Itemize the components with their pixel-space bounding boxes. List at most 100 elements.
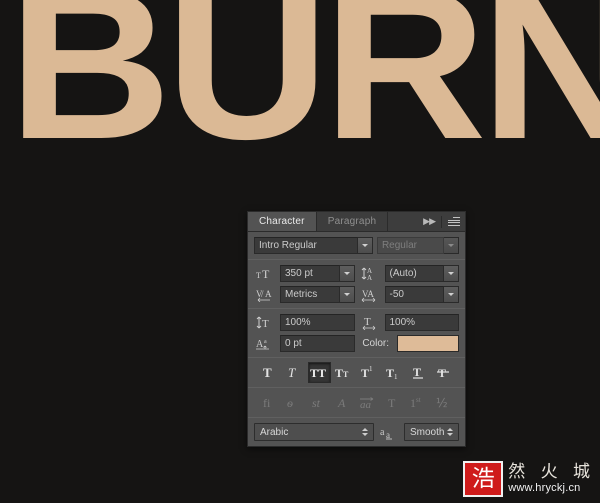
anti-aliasing-icon: aa (379, 425, 399, 440)
svg-text:A: A (265, 289, 272, 299)
tracking-group: VA -50 (359, 286, 459, 303)
metrics-section: TT 350 pt AA (Auto) V / A Metrics VA -50 (248, 260, 465, 308)
artwork-area: BURN (0, 0, 600, 200)
font-size-dropdown-arrow[interactable] (339, 265, 355, 282)
opentype-buttons-row: fi ѳ st A aa T 1st ½ (248, 388, 465, 417)
svg-text:aa: aa (360, 399, 372, 410)
svg-text:T: T (438, 366, 446, 380)
double-chevron-right-icon[interactable]: ▶▶ (423, 216, 436, 227)
faux-italic-button[interactable]: T (283, 362, 306, 383)
anti-aliasing-value: Smooth (410, 426, 444, 438)
artwork-text: BURN (8, 0, 600, 184)
baseline-color-row: Aa 0 pt Color: (254, 335, 459, 352)
svg-text:/: / (261, 289, 264, 299)
svg-text:A: A (256, 339, 264, 350)
anti-aliasing-spinner-icon[interactable] (444, 424, 458, 440)
watermark-chinese-text: 然 火 城 (508, 462, 595, 483)
svg-text:st: st (312, 396, 321, 410)
standard-ligatures-button[interactable]: fi (258, 392, 281, 413)
svg-text:T: T (361, 366, 369, 380)
horizontal-scale-icon: T (359, 314, 381, 331)
language-select[interactable]: Arabic (254, 423, 374, 441)
leading-input[interactable]: (Auto) (384, 265, 444, 282)
titling-alternates-button[interactable]: T (383, 392, 406, 413)
contextual-alternates-button[interactable]: st (308, 392, 331, 413)
tab-character[interactable]: Character (248, 212, 317, 231)
horizontal-scale-input[interactable]: 100% (384, 314, 459, 331)
superscript-button[interactable]: T1 (358, 362, 381, 383)
svg-text:ѳ: ѳ (287, 396, 293, 410)
vertical-scale-icon: T (254, 314, 276, 331)
baseline-shift-icon: Aa (254, 335, 276, 352)
svg-text:a: a (264, 339, 267, 345)
svg-text:T: T (413, 365, 421, 379)
swash-button[interactable]: A (333, 392, 356, 413)
font-family-input[interactable]: Intro Regular (254, 237, 358, 254)
kerning-tracking-row: V / A Metrics VA -50 (254, 286, 459, 303)
svg-text:VA: VA (362, 289, 374, 299)
font-style-combo[interactable]: Regular (376, 237, 459, 254)
underline-button[interactable]: T (408, 362, 431, 383)
tracking-combo[interactable]: -50 (384, 286, 459, 303)
font-size-combo[interactable]: 350 pt (280, 265, 355, 282)
tracking-input[interactable]: -50 (384, 286, 444, 303)
leading-icon: AA (359, 265, 381, 282)
kerning-input[interactable]: Metrics (280, 286, 340, 303)
language-spinner-icon[interactable] (359, 424, 373, 440)
horizontal-scale-group: T 100% (359, 314, 459, 331)
font-family-dropdown-arrow[interactable] (357, 237, 373, 254)
discretionary-ligatures-button[interactable]: ѳ (283, 392, 306, 413)
font-row: Intro Regular Regular (254, 237, 459, 254)
panel-header-icons: ▶▶ (420, 212, 465, 231)
kerning-combo[interactable]: Metrics (280, 286, 355, 303)
svg-text:T: T (343, 370, 349, 379)
svg-text:T: T (386, 366, 394, 380)
strikethrough-button[interactable]: T (433, 362, 456, 383)
leading-combo[interactable]: (Auto) (384, 265, 459, 282)
faux-bold-button[interactable]: T (258, 362, 281, 383)
kerning-dropdown-arrow[interactable] (339, 286, 355, 303)
subscript-button[interactable]: T1 (383, 362, 406, 383)
anti-aliasing-select[interactable]: Smooth (404, 423, 459, 441)
leading-dropdown-arrow[interactable] (444, 265, 459, 282)
leading-group: AA (Auto) (359, 265, 459, 282)
bottom-row: Arabic aa Smooth (248, 418, 465, 446)
svg-text:T: T (263, 365, 272, 380)
text-color-swatch[interactable] (397, 335, 459, 352)
svg-text:T: T (388, 396, 396, 410)
vertical-scale-input[interactable]: 100% (280, 314, 355, 331)
ordinals-button[interactable]: 1st (408, 392, 431, 413)
character-panel: Character Paragraph ▶▶ Intro Regular Reg… (247, 211, 466, 447)
language-value: Arabic (260, 426, 289, 438)
svg-text:T: T (262, 318, 269, 330)
font-family-combo[interactable]: Intro Regular (254, 237, 373, 254)
svg-text:st: st (416, 396, 421, 404)
color-label: Color: (362, 338, 389, 349)
style-buttons-row: T T TT TT T1 T1 T T (248, 358, 465, 387)
kerning-icon: V / A (254, 286, 276, 303)
tab-character-label: Character (259, 216, 305, 227)
all-caps-button[interactable]: TT (307, 362, 331, 383)
baseline-group: Aa 0 pt (254, 335, 355, 352)
tracking-dropdown-arrow[interactable] (444, 286, 459, 303)
vertical-scale-group: T 100% (254, 314, 355, 331)
baseline-shift-input[interactable]: 0 pt (280, 335, 355, 352)
scale-row: T 100% T 100% (254, 314, 459, 331)
font-style-dropdown-arrow[interactable] (444, 237, 459, 254)
scaling-section: T 100% T 100% Aa 0 pt Color: (248, 309, 465, 357)
font-size-input[interactable]: 350 pt (280, 265, 340, 282)
svg-text:T: T (335, 366, 343, 380)
svg-text:1: 1 (394, 373, 398, 380)
svg-text:T: T (288, 365, 296, 380)
fractions-button[interactable]: ½ (433, 392, 456, 413)
panel-menu-icon[interactable] (448, 217, 460, 226)
svg-text:T: T (256, 271, 261, 280)
svg-text:TT: TT (310, 366, 326, 380)
tab-paragraph[interactable]: Paragraph (316, 212, 389, 231)
size-leading-row: TT 350 pt AA (Auto) (254, 265, 459, 282)
font-style-input[interactable]: Regular (376, 237, 444, 254)
font-size-group: TT 350 pt (254, 265, 355, 282)
svg-text:1: 1 (369, 365, 373, 373)
stylistic-alternates-button[interactable]: aa (358, 392, 381, 413)
small-caps-button[interactable]: TT (333, 362, 356, 383)
